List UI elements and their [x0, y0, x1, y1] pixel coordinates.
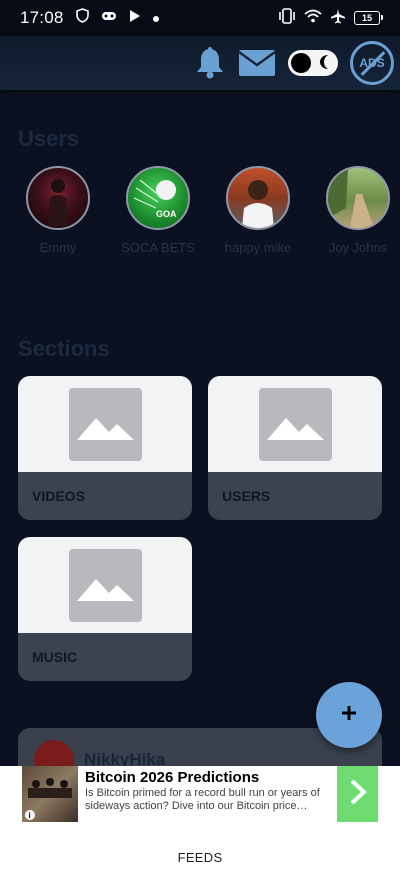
ad-image: i	[22, 766, 78, 822]
app-header: ADS	[0, 36, 400, 90]
user-avatar	[26, 166, 90, 230]
sections-title: Sections	[18, 336, 110, 361]
user-avatar	[226, 166, 290, 230]
messages-envelope-icon[interactable]	[238, 49, 276, 77]
svg-text:i: i	[29, 811, 31, 820]
moon-icon	[318, 54, 330, 75]
user-avatar	[326, 166, 390, 230]
user-name: Emmy	[39, 240, 77, 255]
card-label: VIDEOS	[32, 488, 85, 504]
ad-open-button[interactable]	[337, 766, 378, 822]
user-avatar: GOA	[126, 166, 190, 230]
status-time: 17:08	[20, 8, 64, 27]
card-thumbnail	[18, 376, 192, 472]
card-thumbnail	[208, 376, 382, 472]
dot-icon	[152, 9, 159, 27]
section-card-users[interactable]: USERS	[208, 376, 382, 520]
ad-title[interactable]: Bitcoin 2026 Predictions	[85, 769, 259, 786]
user-item[interactable]: Emmy	[26, 166, 90, 261]
section-card-music[interactable]: MUSIC	[18, 537, 192, 681]
ad-banner[interactable]: i Bitcoin 2026 Predictions Is Bitcoin pr…	[0, 766, 400, 826]
user-name: SOCA BETS	[121, 240, 195, 255]
user-item[interactable]: happy mike	[224, 166, 292, 261]
add-fab-button[interactable]	[316, 682, 382, 748]
image-placeholder-icon	[258, 387, 332, 461]
image-placeholder-icon	[68, 548, 142, 622]
card-label: USERS	[222, 488, 271, 504]
status-bar: 17:08 15	[0, 0, 400, 36]
user-item[interactable]: Joy Johns	[326, 166, 390, 261]
wifi-icon	[304, 9, 322, 28]
card-label: MUSIC	[32, 649, 78, 665]
section-card-videos[interactable]: VIDEOS	[18, 376, 192, 520]
user-name: happy mike	[224, 240, 292, 255]
shield-icon	[75, 8, 89, 28]
user-name: Joy Johns	[328, 240, 388, 255]
nav-feeds-tab[interactable]: FEEDS	[178, 850, 223, 865]
chevron-right-icon	[348, 778, 368, 811]
dark-mode-toggle[interactable]	[288, 50, 338, 76]
svg-text:GOA: GOA	[156, 209, 177, 219]
user-item[interactable]: GOA SOCA BETS	[121, 166, 195, 261]
card-thumbnail	[18, 537, 192, 633]
play-icon	[129, 9, 141, 28]
bottom-nav: FEEDS	[0, 826, 400, 889]
gamepad-icon	[101, 9, 117, 27]
users-section-title: Users	[18, 126, 80, 151]
remove-ads-button[interactable]: ADS	[350, 41, 394, 85]
airplane-icon	[330, 8, 346, 29]
users-carousel[interactable]: Emmy GOA SOCA BETS happy mike Joy Johns	[26, 166, 400, 261]
ad-description: Is Bitcoin primed for a record bull run …	[85, 787, 320, 812]
notifications-bell-icon[interactable]	[194, 46, 226, 80]
plus-icon	[341, 705, 357, 726]
battery-indicator: 15	[354, 11, 383, 25]
vibrate-icon	[278, 7, 296, 29]
toggle-knob	[291, 53, 311, 73]
image-placeholder-icon	[68, 387, 142, 461]
